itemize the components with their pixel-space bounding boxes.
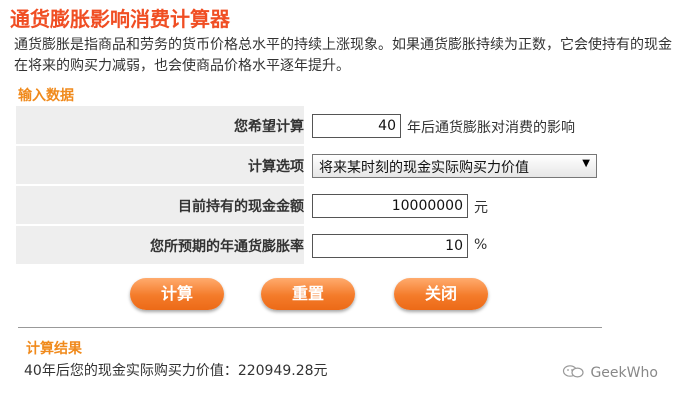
close-button[interactable]: 关闭 xyxy=(394,278,488,310)
inflation-rate-input[interactable] xyxy=(312,234,468,258)
cash-amount-input[interactable] xyxy=(312,194,468,218)
divider xyxy=(18,327,602,328)
years-input[interactable] xyxy=(312,114,401,138)
calculation-option-select[interactable]: 将来某时刻的现金实际购买力价值 ▼ xyxy=(312,154,597,178)
form-row-years: 您希望计算 年后通货膨胀对消费的影响 xyxy=(16,106,650,144)
years-suffix: 年后通货膨胀对消费的影响 xyxy=(407,120,575,136)
reset-button[interactable]: 重置 xyxy=(261,278,355,310)
years-label: 您希望计算 xyxy=(234,119,304,135)
watermark: GeekWho xyxy=(562,363,658,381)
page-description: 通货膨胀是指商品和劳务的货币价格总水平的持续上涨现象。如果通货膨胀持续为正数，它… xyxy=(14,37,672,74)
dropdown-arrow-icon: ▼ xyxy=(582,158,590,169)
wechat-icon xyxy=(562,364,586,378)
form-row-rate: 您所预期的年通货膨胀率 % xyxy=(16,226,650,264)
calculation-option-value: 将来某时刻的现金实际购买力价值 xyxy=(319,160,529,176)
cash-label: 目前持有的现金金额 xyxy=(178,199,304,215)
page-title: 通货膨胀影响消费计算器 xyxy=(10,7,230,31)
inflation-rate-label: 您所预期的年通货膨胀率 xyxy=(150,239,304,255)
option-label: 计算选项 xyxy=(248,159,304,175)
form-row-cash: 目前持有的现金金额 元 xyxy=(16,186,650,224)
input-section-heading: 输入数据 xyxy=(18,88,74,104)
result-text: 40年后您的现金实际购买力价值：220949.28元 xyxy=(24,363,328,379)
form-row-option: 计算选项 将来某时刻的现金实际购买力价值 ▼ xyxy=(16,146,650,184)
watermark-text: GeekWho xyxy=(590,365,658,381)
rate-suffix: % xyxy=(474,237,488,253)
cash-suffix: 元 xyxy=(474,200,488,216)
calculate-button[interactable]: 计算 xyxy=(130,278,224,310)
result-section-heading: 计算结果 xyxy=(26,341,82,357)
